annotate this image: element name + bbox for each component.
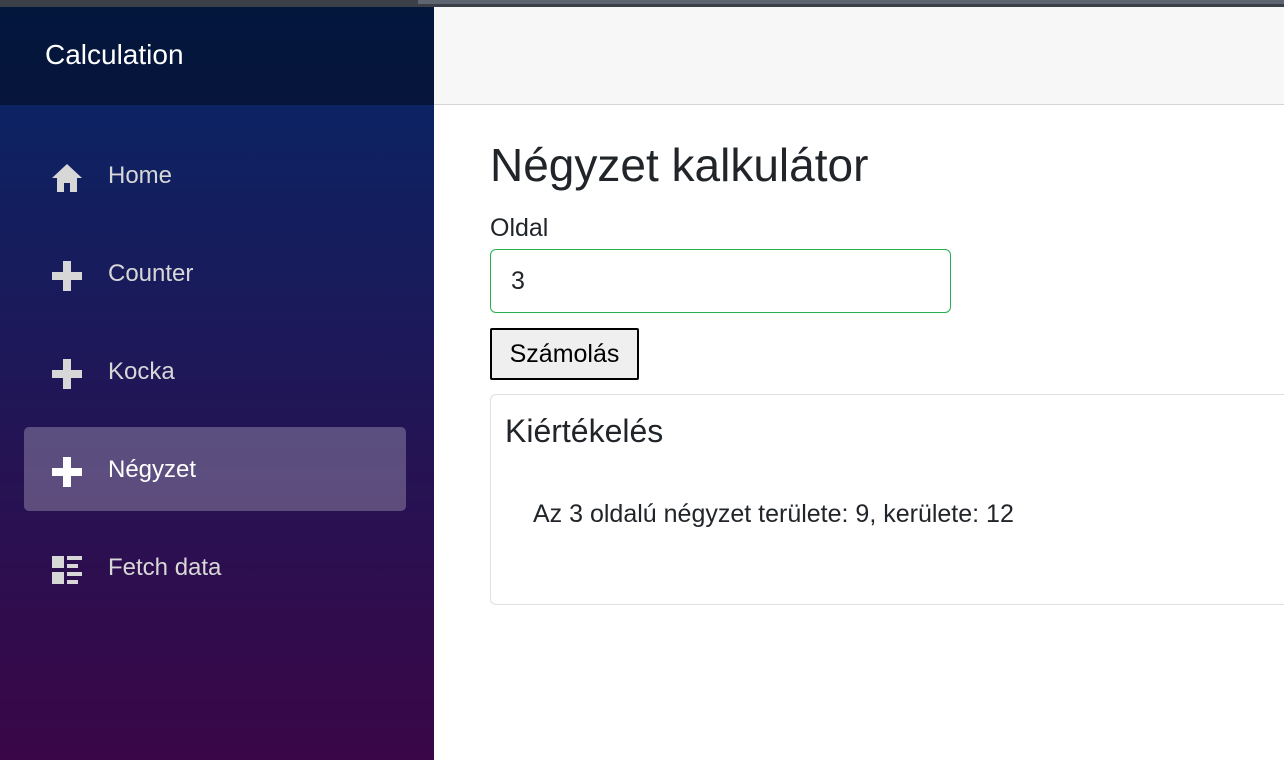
brand-bar: Calculation <box>0 7 434 105</box>
window-top-strip <box>0 0 1284 7</box>
nav-item-fetch-data[interactable]: Fetch data <box>24 525 406 609</box>
plus-icon <box>52 457 82 487</box>
list-rich-icon <box>52 556 82 584</box>
main-content: Négyzet kalkulátor Oldal Számolás Kiérté… <box>434 105 1284 760</box>
nav-item-negyzet[interactable]: Négyzet <box>24 427 406 511</box>
sidebar: Calculation Home Counter Kocka Négyzet F… <box>0 7 434 760</box>
nav-item-label: Négyzet <box>108 456 197 483</box>
nav-item-counter[interactable]: Counter <box>24 231 406 315</box>
side-input[interactable] <box>490 249 951 313</box>
nav-item-label: Kocka <box>108 358 175 385</box>
side-label: Oldal <box>490 214 549 242</box>
result-title: Kiértékelés <box>505 413 664 449</box>
nav-item-label: Fetch data <box>108 554 222 581</box>
home-icon <box>52 164 82 192</box>
calculate-button[interactable]: Számolás <box>490 328 639 380</box>
nav-item-kocka[interactable]: Kocka <box>24 329 406 413</box>
plus-icon <box>52 261 82 291</box>
result-card: Kiértékelés Az 3 oldalú négyzet területe… <box>490 394 1284 605</box>
nav-item-label: Counter <box>108 260 194 287</box>
page-title: Négyzet kalkulátor <box>490 139 869 191</box>
nav-item-label: Home <box>108 162 173 189</box>
top-row <box>434 7 1284 105</box>
plus-icon <box>52 359 82 389</box>
nav-item-home[interactable]: Home <box>24 133 406 217</box>
brand-link[interactable]: Calculation <box>45 38 184 72</box>
window-top-strip-segment <box>418 0 1284 4</box>
result-text: Az 3 oldalú négyzet területe: 9, kerület… <box>533 500 1014 528</box>
